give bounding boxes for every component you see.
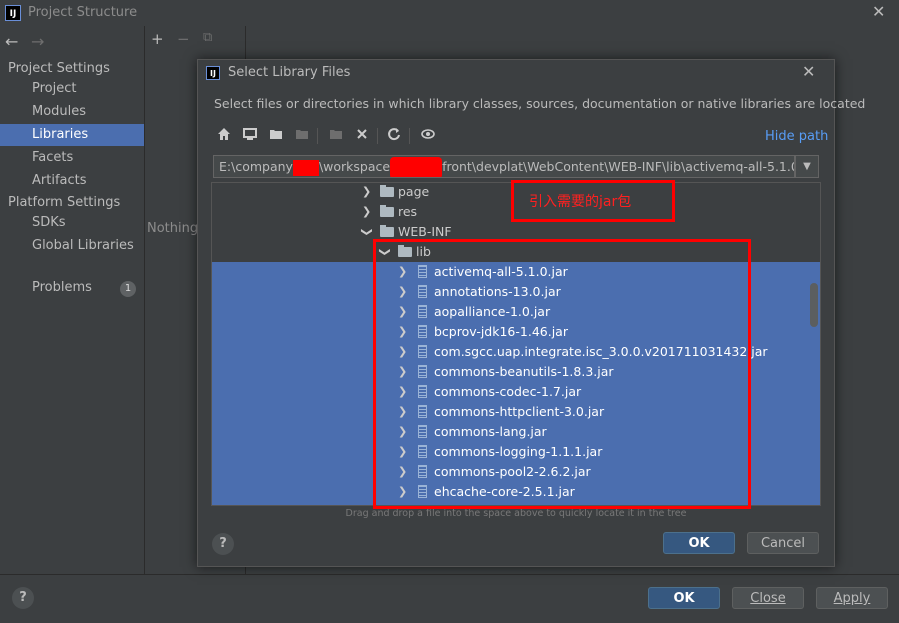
- sidebar-item-facets[interactable]: Facets: [0, 147, 144, 169]
- home-icon[interactable]: [215, 127, 233, 145]
- annotation-text: 引入需要的jar包: [529, 194, 632, 210]
- help-button[interactable]: ?: [12, 587, 34, 609]
- new-folder-icon[interactable]: [327, 127, 345, 145]
- desktop-icon[interactable]: [241, 127, 259, 145]
- problems-count-badge: 1: [120, 281, 136, 297]
- tree-scrollbar[interactable]: [810, 283, 818, 327]
- redaction-mark: [292, 159, 319, 176]
- lib-highlight-box: [373, 239, 751, 509]
- sidebar-item-libraries[interactable]: Libraries: [0, 124, 144, 146]
- delete-icon[interactable]: [353, 127, 371, 145]
- back-arrow-icon[interactable]: ←: [5, 32, 18, 51]
- path-segment: \workspace: [318, 159, 391, 174]
- dialog-close-icon[interactable]: ✕: [802, 62, 815, 81]
- toolbar-separator: [377, 128, 378, 144]
- forward-arrow-icon[interactable]: →: [31, 32, 44, 51]
- sidebar-item-project[interactable]: Project: [0, 78, 144, 100]
- apply-button[interactable]: Apply: [816, 587, 888, 609]
- dialog-title: Select Library Files: [228, 65, 351, 80]
- project-settings-header: Project Settings: [8, 61, 110, 76]
- window-title: Project Structure: [28, 5, 138, 20]
- redaction-mark: [390, 156, 443, 177]
- chevron-right-icon[interactable]: ❯: [362, 183, 371, 202]
- sidebar-item-sdks[interactable]: SDKs: [0, 212, 144, 234]
- annotation-box: 引入需要的jar包: [511, 180, 675, 222]
- problems-label: Problems: [32, 280, 92, 295]
- toolbar-separator: [317, 128, 318, 144]
- hide-path-link[interactable]: Hide path: [765, 129, 828, 144]
- tree-label: page: [398, 184, 430, 199]
- show-hidden-icon[interactable]: [419, 127, 437, 145]
- dialog-logo-icon: IJ: [206, 66, 220, 80]
- title-bar: IJ Project Structure ✕: [0, 0, 899, 26]
- close-icon[interactable]: ✕: [872, 2, 885, 21]
- sidebar: ← → Project Settings Project Modules Lib…: [0, 26, 145, 574]
- path-segment: front\devplat\WebContent\WEB-INF\lib\act…: [442, 159, 795, 174]
- path-segment: E:\company: [219, 159, 293, 174]
- folder-icon: [380, 185, 394, 197]
- project-folder-icon[interactable]: [267, 127, 285, 145]
- toolbar-separator: [409, 128, 410, 144]
- refresh-icon[interactable]: [385, 127, 403, 145]
- dialog-ok-button[interactable]: OK: [663, 532, 735, 554]
- empty-list-text: Nothing: [147, 221, 199, 236]
- dialog-description: Select files or directories in which lib…: [214, 96, 866, 111]
- drag-drop-hint: Drag and drop a file into the space abov…: [345, 508, 687, 519]
- module-folder-icon[interactable]: [293, 127, 311, 145]
- app-logo-icon: IJ: [5, 5, 21, 21]
- path-input[interactable]: E:\company \workspace front\devplat\WebCon…: [213, 155, 795, 178]
- sidebar-item-artifacts[interactable]: Artifacts: [0, 170, 144, 192]
- chevron-right-icon[interactable]: ❯: [362, 202, 371, 222]
- folder-icon: [380, 225, 394, 237]
- chevron-down-icon[interactable]: ❯: [357, 227, 377, 236]
- select-library-files-dialog: IJ Select Library Files ✕ Select files o…: [197, 59, 865, 567]
- dialog-cancel-button[interactable]: Cancel: [747, 532, 819, 554]
- sidebar-item-modules[interactable]: Modules: [0, 101, 144, 123]
- close-button[interactable]: Close: [732, 587, 804, 609]
- chevron-down-icon[interactable]: ▼: [795, 155, 819, 178]
- dialog-help-button[interactable]: ?: [212, 533, 234, 555]
- platform-settings-header: Platform Settings: [8, 195, 121, 210]
- ok-button[interactable]: OK: [648, 587, 720, 609]
- tree-label: res: [398, 204, 418, 219]
- sidebar-item-global-libraries[interactable]: Global Libraries: [0, 235, 144, 257]
- sidebar-item-problems[interactable]: Problems 1: [0, 277, 144, 299]
- add-icon[interactable]: +: [151, 30, 164, 48]
- copy-icon[interactable]: ⧉: [203, 30, 212, 45]
- bottom-bar: ? OK Close Apply: [0, 574, 899, 623]
- folder-icon: [380, 205, 394, 217]
- remove-icon[interactable]: −: [177, 30, 190, 48]
